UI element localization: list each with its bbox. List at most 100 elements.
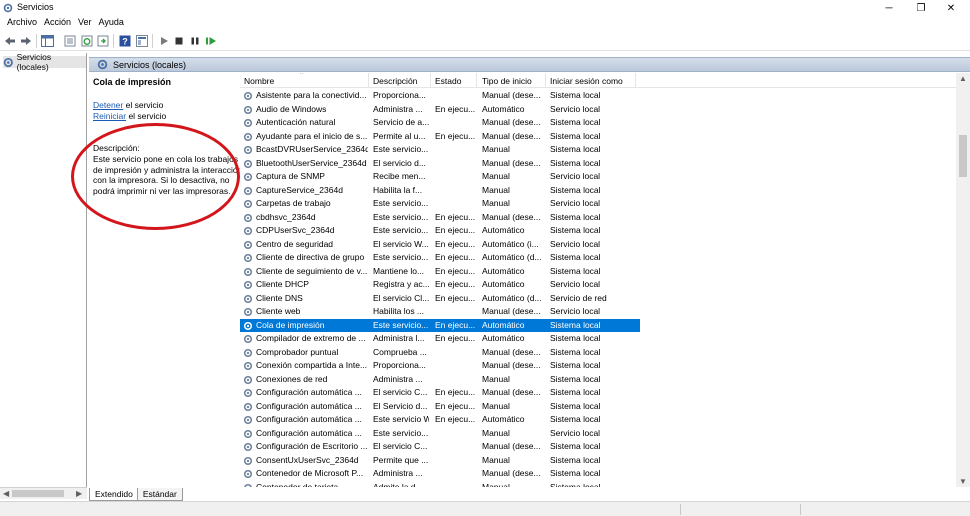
table-row[interactable]: Cliente DNS El servicio Cl... En ejecu... A… [240,292,640,306]
help-icon[interactable]: ? [118,34,131,47]
maximize-button[interactable]: ❐ [907,0,935,16]
restart-service-link[interactable]: Reiniciar [93,111,126,121]
column-divider[interactable] [635,73,636,88]
table-row[interactable]: Compilador de extremo de ... Administra l… [240,332,640,346]
status-divider [800,504,801,515]
view-icon[interactable] [135,34,148,47]
properties-icon[interactable] [63,34,76,47]
close-button[interactable]: ✕ [937,0,965,16]
table-row[interactable]: Contenedor de Microsoft P... Administra .… [240,467,640,481]
service-description: Servicio de a... [373,117,429,127]
scrollbar-thumb[interactable] [12,490,64,497]
service-startup-type: Manual [482,427,510,438]
table-row[interactable]: ConsentUxUserSvc_2364d Permite que ... Man… [240,454,640,468]
table-row[interactable]: Comprobador puntual Comprueba ... Manual (… [240,346,640,360]
service-name: Comprobador puntual [256,346,339,357]
scroll-right-arrow-icon[interactable]: ▶ [76,489,82,498]
table-row[interactable]: Conexiones de red Administra ... Manual Sis… [240,373,640,387]
table-row[interactable]: CaptureService_2364d Habilita la f... Manu… [240,184,640,198]
service-startup-type: Manual (dese... [482,90,541,100]
service-name: Cola de impresión [256,319,325,330]
minimize-button[interactable]: ─ [875,0,903,16]
table-row[interactable]: Cliente web Habilita los ... Manual (dese.… [240,305,640,319]
table-row[interactable]: Carpetas de trabajo Este servicio... Manua… [240,197,640,211]
list-vertical-scrollbar[interactable]: ▲ ▼ [956,73,970,487]
service-startup-type: Automático (i... [482,238,539,249]
service-startup-type: Manual (dese... [482,117,541,127]
table-row[interactable]: Configuración automática ... El servicio … [240,386,640,400]
export-list-icon[interactable] [96,34,109,47]
table-row[interactable]: BluetoothUserService_2364d El servicio d.… [240,157,640,171]
back-arrow-icon[interactable] [3,34,16,47]
table-row[interactable]: Cola de impresión Este servicio... En ejec… [240,318,640,332]
service-description: Administra ... [373,103,423,114]
forward-arrow-icon[interactable] [19,34,32,47]
services-gear-icon [3,3,13,13]
menu-archivo[interactable]: Archivo [4,16,41,30]
tree-item-services-local[interactable]: Servicios (locales) [3,52,86,72]
column-header-name[interactable]: Nombre [244,76,274,86]
column-header-startup-type[interactable]: Tipo de inicio [482,76,532,86]
column-divider[interactable] [545,73,546,88]
table-row[interactable]: Autenticación natural Servicio de a... Man… [240,116,640,130]
table-row[interactable]: Configuración automática ... El Servicio … [240,400,640,414]
service-logon-as: Servicio local [550,238,601,249]
table-row[interactable]: CDPUserSvc_2364d Este servicio... En ejecu… [240,224,640,238]
table-row[interactable]: Configuración de Escritorio ... El servic… [240,440,640,454]
table-row[interactable]: Audio de Windows Administra ... En ejecu..… [240,103,640,117]
pause-icon[interactable] [188,34,201,47]
restart-icon[interactable] [204,34,217,47]
refresh-icon[interactable] [80,34,93,47]
column-header-description[interactable]: Descripción [373,76,417,86]
column-divider[interactable] [476,73,477,88]
table-row[interactable]: Conexión compartida a Inte... Proporciona… [240,359,640,373]
table-row[interactable]: Asistente para la conectivid... Proporcio… [240,89,640,103]
table-row[interactable]: Cliente de seguimiento de v... Mantiene l… [240,265,640,279]
tree-horizontal-scrollbar[interactable]: ◀ ▶ [0,487,87,499]
service-startup-type: Manual (dese... [482,346,541,357]
table-row[interactable]: Captura de SNMP Recibe men... Manual Servic… [240,170,640,184]
table-row[interactable]: Configuración automática ... Este servici… [240,427,640,441]
service-gear-icon [243,307,253,317]
window-title: Servicios [17,2,54,12]
service-logon-as: Sistema local [550,414,601,424]
column-header-logon-as[interactable]: Iniciar sesión como [550,76,623,86]
stop-service-link[interactable]: Detener [93,100,123,110]
scroll-up-arrow-icon[interactable]: ▲ [959,74,967,83]
service-description: Este servicio... [373,225,429,235]
scroll-left-arrow-icon[interactable]: ◀ [3,489,9,498]
column-divider[interactable] [430,73,431,88]
table-row[interactable]: Centro de seguridad El servicio W... En ej… [240,238,640,252]
service-name: Contenedor de Microsoft P... [256,468,364,478]
service-logon-as: Servicio local [550,306,601,316]
table-row[interactable]: cbdhsvc_2364d Este servicio... En ejecu...… [240,211,640,225]
column-divider[interactable] [368,73,369,88]
console-tree-icon[interactable] [41,34,54,47]
table-row[interactable]: Contenedor de tarjeta... Admite la d... Ma… [240,481,640,488]
tab-extendido[interactable]: Extendido [89,488,139,501]
table-row[interactable]: Ayudante para el inicio de s... Permite a… [240,130,640,144]
menu-ayuda[interactable]: Ayuda [96,16,128,30]
table-row[interactable]: Cliente de directiva de grupo Este servic… [240,251,640,265]
table-row[interactable]: Configuración automática ... Este servici… [240,413,640,427]
service-logon-as: Sistema local [550,130,601,141]
column-header-status[interactable]: Estado [435,76,461,86]
service-name: Contenedor de tarjeta... [256,481,346,488]
service-gear-icon [243,415,253,425]
table-row[interactable]: BcastDVRUserService_2364d Este servicio..… [240,143,640,157]
service-gear-icon [243,186,253,195]
service-startup-type: Automático [482,319,525,330]
play-icon[interactable] [157,34,170,47]
scrollbar-thumb[interactable] [959,135,967,177]
menu-ver[interactable]: Ver [75,16,96,30]
service-startup-type: Automático [482,414,525,424]
scroll-down-arrow-icon[interactable]: ▼ [959,477,967,486]
menu-accion[interactable]: Acción [41,16,75,30]
stop-icon[interactable] [172,34,185,47]
table-row[interactable]: Cliente DHCP Registra y ac... En ejecu... A… [240,278,640,292]
tab-estandar[interactable]: Estándar [136,488,183,501]
service-description: Habilita la f... [373,184,423,195]
services-rows: Asistente para la conectivid... Proporcio… [240,89,956,487]
service-logon-as: Servicio local [550,279,601,289]
service-description: Este servicio... [373,211,429,222]
